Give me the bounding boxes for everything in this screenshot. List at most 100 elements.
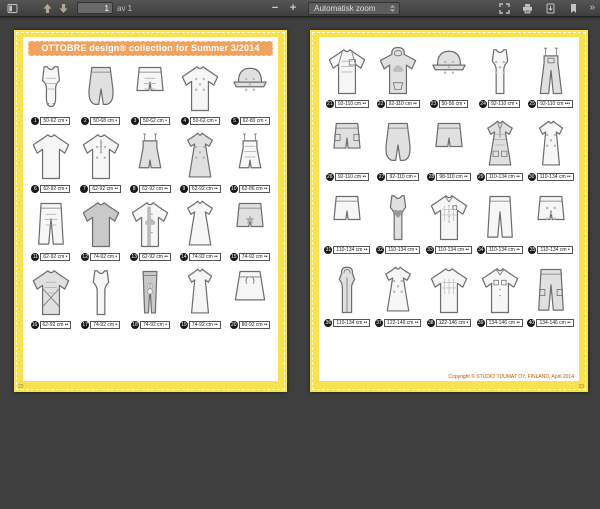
size-tag: 250-68 cm • (81, 117, 120, 125)
garment-shorts-drawing (227, 196, 273, 254)
size-label: 110-134 cm •• (486, 246, 523, 254)
previous-page-button[interactable] (40, 1, 54, 15)
design-number-badge: 6 (31, 185, 39, 193)
size-tag: 32110-134 cm • (376, 246, 420, 254)
bookmark-icon (568, 3, 579, 14)
garment-item: 2192-110 cm •• (322, 43, 373, 108)
design-number-badge: 16 (31, 321, 39, 329)
size-tag: 450-62 cm • (181, 117, 220, 125)
left-page-grid: 150-62 cm • 250-68 cm • 350-62 cm • 450-62 … (26, 59, 275, 329)
garment-tank-drawing (375, 189, 421, 247)
garment-tunic-drawing (528, 116, 574, 174)
size-tag: 150-62 cm • (31, 117, 70, 125)
size-label: 74-92 cm •• (239, 253, 271, 261)
garment-romper-drawing (127, 128, 173, 186)
size-label: 74-92 cm • (90, 253, 120, 261)
garment-campshirt-drawing (477, 262, 523, 320)
size-tag: 2692-110 cm •• (326, 173, 369, 181)
arrow-up-icon (42, 3, 53, 14)
garment-pants-drawing (28, 196, 74, 254)
design-number-badge: 8 (130, 185, 138, 193)
garment-item: 1162-92 cm • (26, 196, 76, 261)
garment-item: 350-62 cm • (126, 60, 176, 125)
design-number-badge: 1 (31, 117, 39, 125)
more-tools-button[interactable]: » (589, 2, 595, 14)
design-number-badge: 26 (326, 173, 334, 181)
download-button[interactable] (543, 1, 557, 15)
size-tag: 39134-146 cm •• (477, 319, 523, 327)
size-label: 122-146 cm • (436, 319, 472, 327)
size-label: 74-92 cm •• (189, 321, 221, 329)
design-number-badge: 7 (80, 185, 88, 193)
size-tag: 30110-134 cm •• (528, 173, 574, 181)
pdf-toolbar: av 1 − + Automatisk zoom (0, 0, 600, 17)
design-number-badge: 40 (527, 319, 535, 327)
size-label: 134-146 cm •• (486, 319, 523, 327)
garment-tunic-drawing (177, 264, 223, 322)
size-label: 92-110 cm ••• (537, 100, 573, 108)
garment-item: 38122-146 cm • (424, 262, 475, 327)
page-number-input[interactable] (77, 2, 113, 14)
design-number-badge: 14 (180, 253, 188, 261)
size-label: 92-110 cm • (386, 173, 418, 181)
garment-pants-drawing (477, 189, 523, 247)
size-label: 110-134 cm •• (333, 319, 370, 327)
garment-item: 39134-146 cm •• (474, 262, 525, 327)
size-tag: 2592-110 cm ••• (528, 100, 573, 108)
design-number-badge: 31 (324, 246, 332, 254)
size-tag: 40134-146 cm •• (527, 319, 573, 327)
size-label: 92-110 cm • (488, 100, 520, 108)
design-number-badge: 10 (230, 185, 238, 193)
size-tag: 1062-86 cm •• (230, 185, 271, 193)
zoom-level-select[interactable]: Automatisk zoom (308, 2, 400, 15)
garment-dress-drawing (177, 196, 223, 254)
design-number-badge: 33 (426, 246, 434, 254)
garment-harem-drawing (375, 116, 421, 174)
garment-jacket-drawing (127, 196, 173, 254)
design-number-badge: 25 (528, 100, 536, 108)
garment-item: 2492-110 cm • (474, 43, 525, 108)
size-label: 80-92 cm •• (239, 321, 271, 329)
size-label: 62-92 cm •• (139, 185, 171, 193)
size-label: 122-146 cm •• (384, 319, 421, 327)
size-tag: 33110-134 cm •• (426, 246, 472, 254)
print-button[interactable] (520, 1, 534, 15)
sidebar-toggle-button[interactable] (5, 1, 19, 15)
presentation-mode-button[interactable] (497, 1, 511, 15)
size-tag: 36110-134 cm •• (324, 319, 370, 327)
bookmark-button[interactable] (566, 1, 580, 15)
garment-harem-drawing (78, 60, 124, 118)
zoom-in-button[interactable]: + (286, 1, 300, 15)
garment-item: 1662-92 cm •• (26, 264, 76, 329)
design-number-badge: 24 (479, 100, 487, 108)
size-tag: 29110-134 cm •• (477, 173, 523, 181)
size-label: 110-134 cm •• (435, 246, 472, 254)
garment-dress-drawing (177, 128, 223, 186)
size-label: 62-92 cm •• (139, 253, 171, 261)
garment-item: 862-92 cm •• (126, 128, 176, 193)
pdf-viewport[interactable]: OTTOBRE design® collection for Summer 3/… (0, 18, 600, 509)
design-number-badge: 9 (180, 185, 188, 193)
next-page-button[interactable] (56, 1, 70, 15)
garment-shirt-drawing (426, 189, 472, 247)
size-label: 110-134 cm •• (537, 173, 574, 181)
size-label: 62-92 cm • (40, 253, 70, 261)
design-number-badge: 39 (477, 319, 485, 327)
garment-item: 33110-134 cm •• (424, 189, 475, 254)
garment-item: 2592-110 cm ••• (525, 43, 576, 108)
size-tag: 1874-92 cm • (131, 321, 170, 329)
size-tag: 1662-92 cm •• (31, 321, 72, 329)
garment-wrap-drawing (28, 264, 74, 322)
garment-tee-drawing (78, 196, 124, 254)
garment-onesie-drawing (28, 60, 74, 118)
zoom-out-button[interactable]: − (268, 1, 282, 15)
design-number-badge: 27 (377, 173, 385, 181)
size-tag: 2350-56 cm • (430, 100, 469, 108)
design-number-badge: 38 (427, 319, 435, 327)
size-label: 110-134 cm •• (486, 173, 523, 181)
design-number-badge: 4 (181, 117, 189, 125)
garment-item: 30110-134 cm •• (525, 116, 576, 181)
size-tag: 1362-92 cm •• (130, 253, 171, 261)
garment-dress-drawing (375, 262, 421, 320)
garment-item: 1362-92 cm •• (126, 196, 176, 261)
